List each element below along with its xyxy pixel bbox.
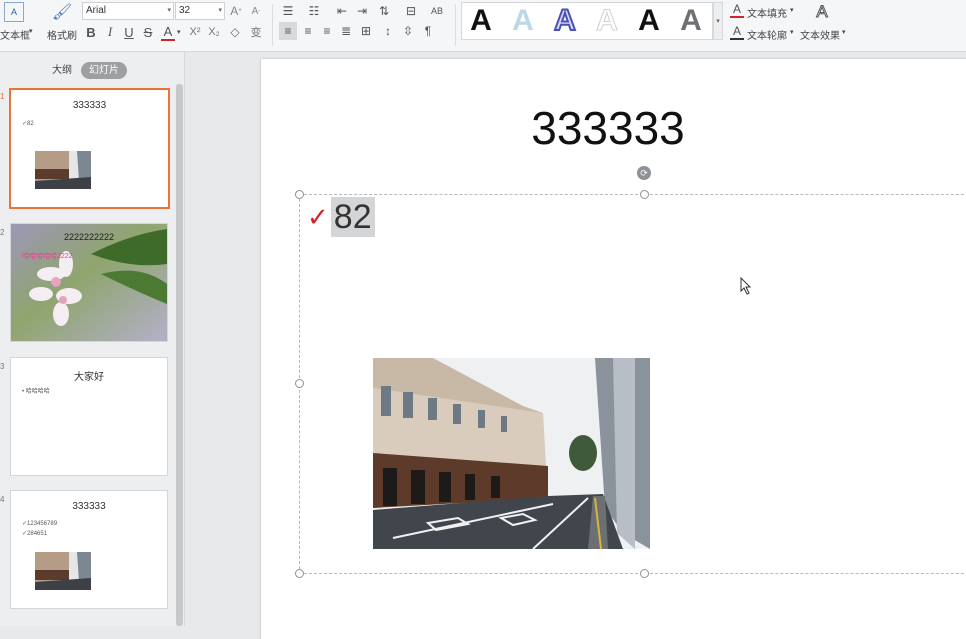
distribute-icon[interactable]: ⊞ bbox=[358, 22, 374, 40]
rotate-handle-icon[interactable]: ⟳ bbox=[637, 166, 651, 180]
slide-thumbnail-panel: 大纲 幻灯片 1 333333 ✓82 2 2222222222 哈哈哈哈哈22… bbox=[0, 52, 185, 626]
thumb-title: 333333 bbox=[72, 501, 106, 512]
text-direction-icon[interactable]: ⇅ bbox=[376, 3, 392, 19]
textbox-dropdown-icon[interactable]: ▾ bbox=[29, 27, 33, 35]
underline-button[interactable]: U bbox=[122, 23, 136, 41]
scrollbar-thumb[interactable] bbox=[176, 84, 183, 626]
increase-font-icon[interactable]: A + bbox=[229, 3, 243, 19]
format-painter-button[interactable]: 格式刷 bbox=[47, 27, 77, 42]
panel-scrollbar[interactable] bbox=[176, 84, 183, 626]
text-effect-button[interactable]: 文本效果 bbox=[800, 27, 840, 42]
thumb-title: 333333 bbox=[72, 100, 107, 111]
tab-slides[interactable]: 幻灯片 bbox=[81, 62, 127, 79]
strikethrough-button[interactable]: S bbox=[141, 23, 155, 41]
columns-icon[interactable]: AB bbox=[429, 3, 445, 19]
thumb-bullet: ✓123456789 bbox=[22, 521, 58, 527]
text-outline-dropdown-icon[interactable]: ▾ bbox=[790, 28, 794, 36]
check-bullet-icon: ✓ bbox=[307, 202, 329, 232]
justify-icon[interactable]: ≣ bbox=[338, 22, 354, 40]
textbox-button[interactable]: 文本框 bbox=[0, 27, 30, 42]
style-gallery-more-icon[interactable]: ▾ bbox=[713, 2, 723, 40]
bold-button[interactable]: B bbox=[84, 23, 98, 41]
tab-outline[interactable]: 大纲 bbox=[44, 62, 80, 79]
font-name-value: Arial bbox=[86, 5, 107, 16]
paragraph-settings-icon[interactable]: ¶ bbox=[420, 22, 436, 40]
ribbon-toolbar: A 文本框 ▾ 🖌 格式刷 Arial ▾ 32 ▾ A + A- B I U S A… bbox=[0, 0, 966, 52]
align-center-icon[interactable]: ≡ bbox=[300, 22, 316, 40]
text-style-light-blue[interactable]: A bbox=[506, 3, 540, 39]
chevron-down-icon: ▾ bbox=[167, 7, 171, 14]
decrease-indent-icon[interactable]: ⇤ bbox=[334, 3, 350, 19]
divider bbox=[272, 4, 273, 46]
text-outline-icon[interactable]: A bbox=[730, 24, 744, 40]
slide[interactable]: 333333 ⟳ ✓ 82 bbox=[261, 59, 966, 639]
street-photo-thumb bbox=[35, 552, 91, 590]
font-size-select[interactable]: 32 ▾ bbox=[175, 2, 225, 20]
text-outline-button[interactable]: 文本轮廓 bbox=[747, 27, 787, 42]
align-right-icon[interactable]: ≡ bbox=[319, 22, 335, 40]
thumb-bullet: ✓82 bbox=[22, 121, 34, 127]
slide-number: 3 bbox=[0, 362, 5, 371]
slide-thumbnail-3[interactable]: 大家好 • 哈哈哈哈 bbox=[10, 357, 168, 476]
resize-handle-top-left[interactable] bbox=[295, 190, 304, 199]
text-style-blue-outline[interactable]: A bbox=[548, 3, 582, 39]
line-spacing-icon[interactable]: ↕ bbox=[380, 22, 396, 40]
resize-handle-bottom-left[interactable] bbox=[295, 569, 304, 578]
thumb-bullet: • 哈哈哈哈 bbox=[22, 389, 50, 395]
text-style-gallery[interactable]: A A A A A A bbox=[461, 2, 713, 40]
slide-title[interactable]: 333333 bbox=[261, 101, 955, 155]
panel-tabs: 大纲 幻灯片 bbox=[0, 52, 185, 86]
bullet-text[interactable]: 82 bbox=[330, 197, 375, 237]
slide-number: 1 bbox=[0, 92, 5, 101]
decrease-font-icon[interactable]: A- bbox=[249, 3, 263, 19]
slide-canvas: 333333 ⟳ ✓ 82 bbox=[186, 52, 966, 639]
mouse-cursor-icon bbox=[740, 277, 752, 295]
street-photo[interactable] bbox=[373, 358, 650, 549]
street-photo-thumb bbox=[35, 151, 91, 189]
increase-indent-icon[interactable]: ⇥ bbox=[354, 3, 370, 19]
slide-number: 2 bbox=[0, 228, 5, 237]
font-color-button[interactable]: A bbox=[161, 23, 175, 41]
align-text-icon[interactable]: ⊟ bbox=[403, 3, 419, 19]
text-style-bold-black[interactable]: A bbox=[632, 3, 666, 39]
text-effect-dropdown-icon[interactable]: ▾ bbox=[842, 28, 846, 36]
superscript-button[interactable]: X² bbox=[187, 23, 203, 41]
textbox-icon[interactable]: A bbox=[4, 2, 24, 22]
resize-handle-bottom-middle[interactable] bbox=[640, 569, 649, 578]
text-fill-dropdown-icon[interactable]: ▾ bbox=[790, 6, 794, 14]
thumb-title: 2222222222 bbox=[63, 232, 115, 242]
italic-button[interactable]: I bbox=[103, 23, 117, 41]
font-color-dropdown-icon[interactable]: ▾ bbox=[177, 28, 181, 36]
thumb-bullet: 哈哈哈哈哈2222 bbox=[22, 253, 73, 260]
font-name-select[interactable]: Arial ▾ bbox=[82, 2, 174, 20]
bullet-line[interactable]: ✓ 82 bbox=[307, 197, 375, 237]
slide-thumbnail-4[interactable]: 333333 ✓123456789 ✓284651 bbox=[10, 490, 168, 609]
text-effect-icon[interactable]: A bbox=[812, 2, 832, 22]
eraser-icon[interactable]: ◇ bbox=[228, 23, 242, 41]
text-style-white-outline[interactable]: A bbox=[590, 3, 624, 39]
text-style-black[interactable]: A bbox=[464, 3, 498, 39]
thumb-title: 大家好 bbox=[74, 372, 104, 383]
paragraph-spacing-icon[interactable]: ⇳ bbox=[400, 22, 416, 40]
font-size-value: 32 bbox=[179, 5, 191, 16]
subscript-button[interactable]: X₂ bbox=[206, 23, 222, 41]
chevron-down-icon: ▾ bbox=[218, 7, 222, 14]
change-case-button[interactable]: 变 bbox=[248, 23, 264, 41]
slide-number: 4 bbox=[0, 495, 5, 504]
text-fill-icon[interactable]: A bbox=[730, 2, 744, 18]
resize-handle-middle-left[interactable] bbox=[295, 379, 304, 388]
divider bbox=[455, 4, 456, 46]
slide-thumbnail-2[interactable]: 2222222222 哈哈哈哈哈2222 bbox=[10, 223, 168, 342]
resize-handle-top-middle[interactable] bbox=[640, 190, 649, 199]
bullets-icon[interactable]: ☰ bbox=[280, 3, 296, 19]
slide-thumbnail-1[interactable]: 333333 ✓82 bbox=[9, 88, 170, 209]
align-left-icon[interactable]: ≡ bbox=[279, 22, 297, 40]
thumb-bullet: ✓284651 bbox=[22, 531, 48, 537]
text-fill-button[interactable]: 文本填充 bbox=[747, 5, 787, 20]
format-painter-icon[interactable]: 🖌 bbox=[52, 2, 72, 22]
text-style-gray-gradient[interactable]: A bbox=[674, 3, 708, 39]
numbering-icon[interactable]: ☷ bbox=[306, 3, 322, 19]
